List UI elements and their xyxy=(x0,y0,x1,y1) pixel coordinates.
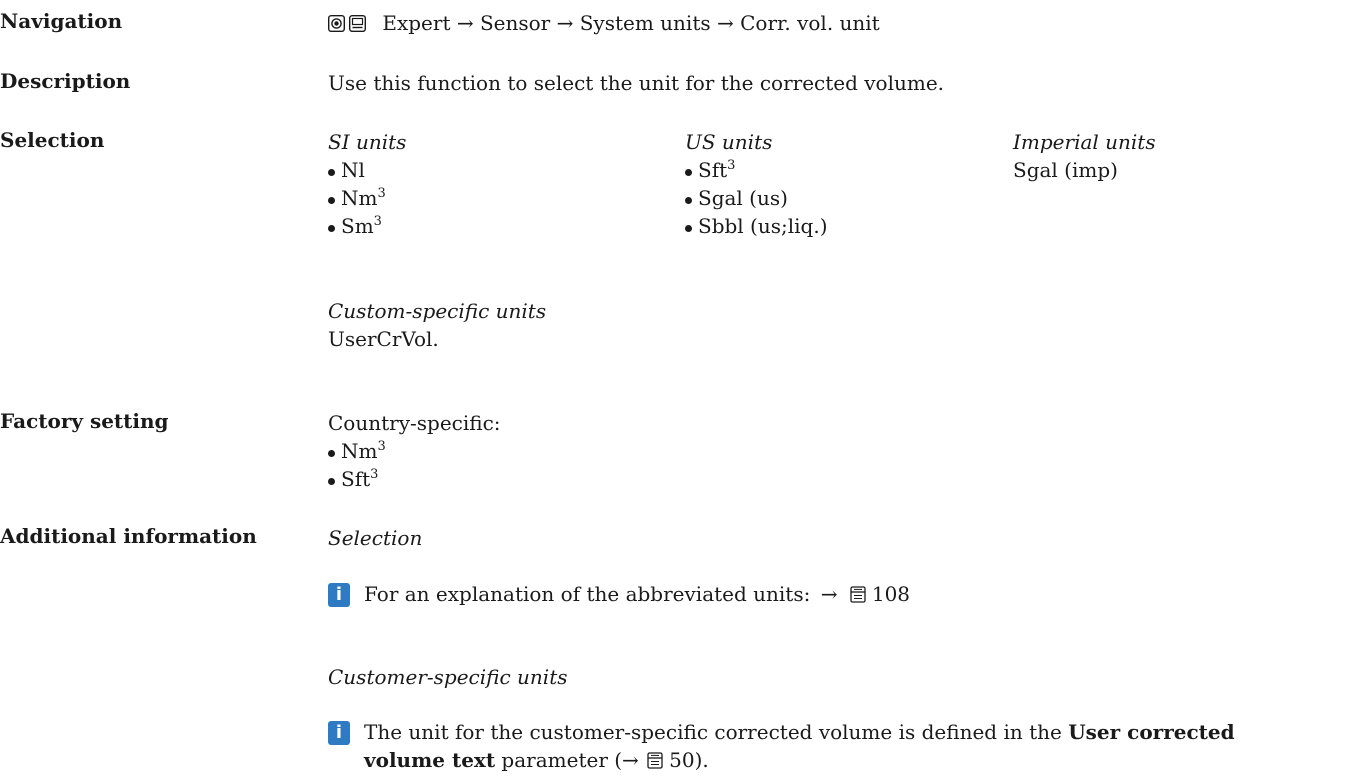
us-units-column: US units Sft3 Sgal (us) Sbbl (us;liq.) xyxy=(685,128,828,240)
list-item: Nl xyxy=(328,156,406,184)
imperial-units-value: Sgal (imp) xyxy=(1013,158,1118,182)
list-item: Sgal (us) xyxy=(685,184,828,212)
factory-setting-intro: Country-specific: xyxy=(328,411,501,435)
si-units-column: SI units Nl Nm3 Sm3 xyxy=(328,128,406,240)
info-icon: i xyxy=(328,721,350,745)
list-item: Sm3 xyxy=(328,212,406,240)
us-units-list: Sft3 Sgal (us) Sbbl (us;liq.) xyxy=(685,156,828,240)
custom-units-block: Custom-specific units UserCrVol. xyxy=(328,297,546,353)
factory-setting-label: Factory setting xyxy=(0,409,169,433)
description-text: Use this function to select the unit for… xyxy=(328,71,945,95)
factory-setting-list: Nm3 Sft3 xyxy=(328,437,501,493)
page-reference-icon xyxy=(850,582,866,610)
si-units-list: Nl Nm3 Sm3 xyxy=(328,156,406,240)
custom-units-value: UserCrVol. xyxy=(328,327,439,351)
description-label: Description xyxy=(0,69,131,93)
note-abbreviated-units: i For an explanation of the abbreviated … xyxy=(328,580,1228,608)
navigation-path-text: Expert → Sensor → System units → Corr. v… xyxy=(382,11,880,35)
note-text-line2: volume text parameter (→ 50). xyxy=(364,746,709,776)
note-customer-units: i The unit for the customer-specific cor… xyxy=(328,718,1368,774)
operating-keys-icon xyxy=(327,11,346,39)
navigation-path: Expert → Sensor → System units → Corr. v… xyxy=(327,9,880,39)
additional-info-label: Additional information xyxy=(0,524,257,548)
us-units-title: US units xyxy=(685,130,773,154)
page-reference-icon xyxy=(647,748,663,776)
custom-units-title: Custom-specific units xyxy=(328,299,547,323)
factory-setting-block: Country-specific: Nm3 Sft3 xyxy=(328,409,501,493)
info-icon: i xyxy=(328,583,350,607)
list-item: Nm3 xyxy=(328,437,501,465)
display-icon xyxy=(348,11,367,39)
si-units-title: SI units xyxy=(328,130,407,154)
additional-customer-title: Customer-specific units xyxy=(328,665,568,689)
page-reference-number[interactable]: 50 xyxy=(669,748,694,772)
page-reference-number[interactable]: 108 xyxy=(872,582,910,606)
list-item: Nm3 xyxy=(328,184,406,212)
navigation-label: Navigation xyxy=(0,9,123,33)
imperial-units-column: Imperial units Sgal (imp) xyxy=(1013,128,1156,184)
list-item: Sbbl (us;liq.) xyxy=(685,212,828,240)
note-text: For an explanation of the abbreviated un… xyxy=(364,580,910,610)
selection-label: Selection xyxy=(0,128,105,152)
note-text: The unit for the customer-specific corre… xyxy=(364,720,1235,744)
list-item: Sft3 xyxy=(685,156,828,184)
additional-selection-title: Selection xyxy=(328,526,423,550)
list-item: Sft3 xyxy=(328,465,501,493)
imperial-units-title: Imperial units xyxy=(1013,130,1156,154)
